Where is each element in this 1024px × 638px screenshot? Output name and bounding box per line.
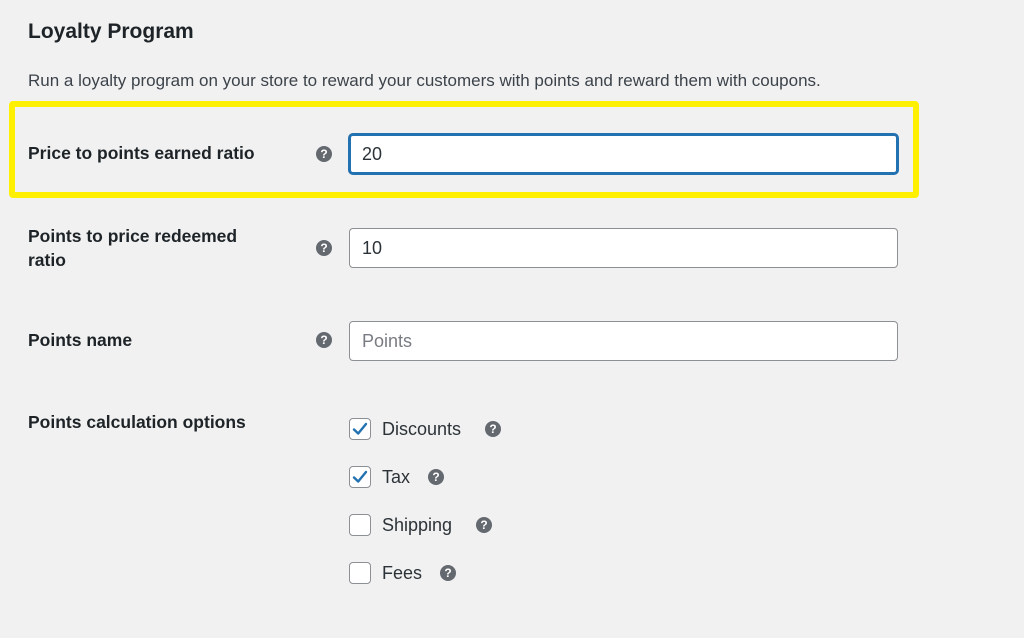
fees-checkbox[interactable] (349, 562, 371, 584)
price-to-points-label: Price to points earned ratio (28, 143, 255, 163)
help-icon[interactable]: ? (485, 421, 501, 437)
fees-label[interactable]: Fees (382, 562, 422, 584)
tax-checkbox[interactable] (349, 466, 371, 488)
points-to-price-label-line1: Points to price redeemed (28, 226, 238, 246)
section-description: Run a loyalty program on your store to r… (28, 71, 821, 90)
help-icon[interactable]: ? (440, 565, 456, 581)
section-title: Loyalty Program (28, 20, 194, 43)
shipping-checkbox[interactable] (349, 514, 371, 536)
points-name-input[interactable] (349, 321, 898, 361)
points-to-price-input[interactable] (349, 228, 898, 268)
checkmark-icon (352, 422, 368, 435)
help-icon[interactable]: ? (476, 517, 492, 533)
help-icon[interactable]: ? (428, 469, 444, 485)
help-icon[interactable]: ? (316, 240, 332, 256)
discounts-checkbox[interactable] (349, 418, 371, 440)
help-icon[interactable]: ? (316, 146, 332, 162)
points-name-label: Points name (28, 330, 133, 350)
points-to-price-label-line2: ratio (28, 250, 66, 270)
price-to-points-input[interactable] (349, 134, 898, 174)
discounts-label[interactable]: Discounts (382, 418, 461, 440)
help-icon[interactable]: ? (316, 332, 332, 348)
checkmark-icon (352, 470, 368, 483)
calculation-options-label: Points calculation options (28, 412, 246, 432)
shipping-label[interactable]: Shipping (382, 514, 452, 536)
tax-label[interactable]: Tax (382, 466, 410, 488)
points-to-price-label: Points to price redeemed ratio (28, 224, 237, 272)
